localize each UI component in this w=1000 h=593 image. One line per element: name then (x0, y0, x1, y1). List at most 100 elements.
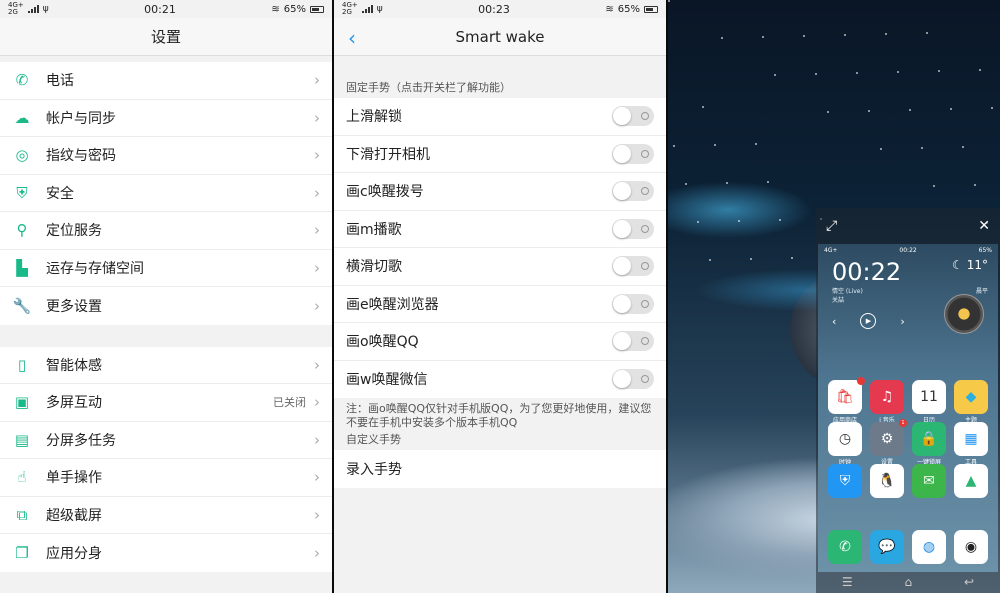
app-icon[interactable]: ♫ i 音乐 (870, 380, 904, 424)
app-icon[interactable]: 11 日历 (912, 380, 946, 424)
app-glyph: ▦ (964, 431, 978, 447)
settings-item[interactable]: ◎ 指纹与密码 › (0, 137, 332, 175)
settings-item-label: 指纹与密码 (46, 148, 116, 165)
gesture-item[interactable]: 下滑打开相机 (334, 136, 666, 173)
gesture-label: 画w唤醒微信 (346, 372, 428, 389)
gesture-toggle[interactable] (612, 218, 654, 239)
back-icon[interactable]: ↩ (964, 575, 974, 589)
dock-app-icon[interactable]: ◉ (954, 530, 988, 564)
gesture-label: 上滑解锁 (346, 109, 402, 126)
settings-item[interactable]: ✆ 电话 › (0, 62, 332, 100)
gesture-item[interactable]: 画w唤醒微信 (334, 361, 666, 399)
app-glyph: ◆ (965, 389, 977, 405)
app-glyph: ✆ (839, 539, 851, 555)
recent-app-card[interactable]: 4G+ 00:22 65% 00:22 ☾ 11° 情空 (Live) 关喆 晨平… (818, 244, 998, 572)
notification-badge: 1 (899, 419, 907, 427)
notification-badge: 7 (857, 377, 865, 385)
chevron-right-icon: › (314, 183, 320, 202)
dock-app-icon[interactable]: ✆ (828, 530, 862, 564)
battery-percent: 65% (283, 3, 306, 15)
page-title: 设置 (0, 18, 332, 56)
location-icon: ⚲ (16, 221, 28, 240)
app-glyph: ◍ (922, 539, 936, 555)
app-icon[interactable]: ✉ (912, 464, 946, 498)
settings-item[interactable]: ⚲ 定位服务 › (0, 212, 332, 250)
settings-item-label: 多屏互动 (46, 395, 102, 412)
app-icon[interactable]: ◷ 时钟 (828, 422, 862, 466)
gesture-label: 画o唤醒QQ (346, 334, 419, 351)
dock-app-icon[interactable]: ◍ (912, 530, 946, 564)
settings-item-label: 帐户与同步 (46, 110, 116, 127)
app-icon[interactable]: 🔒 一键锁屏 (912, 422, 946, 466)
phone-icon: ✆ (15, 71, 29, 90)
gesture-toggle[interactable] (612, 293, 654, 314)
app-icon[interactable]: ⚙ 1 设置 (870, 419, 907, 466)
app-icon[interactable]: 🛍 7 应用商店 (828, 377, 865, 424)
app-icon[interactable]: ◆ 主题 (954, 380, 988, 424)
expand-icon[interactable]: ⤢ (826, 218, 837, 234)
section-fixed-gestures: 固定手势（点击开关栏了解功能） (346, 81, 511, 94)
settings-item[interactable]: 🔧 更多设置 › (0, 287, 332, 325)
usb-icon: ψ (42, 3, 49, 14)
screenshot-icon: ⧉ (16, 505, 28, 524)
chevron-right-icon: › (314, 505, 320, 524)
gesture-toggle[interactable] (612, 331, 654, 352)
settings-item-label: 运存与存储空间 (46, 260, 144, 277)
gesture-item[interactable]: 画m播歌 (334, 211, 666, 248)
play-icon[interactable]: ▶ (860, 313, 877, 329)
gesture-item[interactable]: 画o唤醒QQ (334, 323, 666, 361)
chevron-right-icon: › (314, 221, 320, 240)
menu-icon[interactable]: ☰ (842, 575, 853, 589)
split-screen-icon: ▤ (14, 430, 30, 449)
app-glyph: ◷ (838, 431, 852, 447)
dock: ✆ 💬 ◍ ◉ (828, 530, 988, 564)
wifi-icon: ≋ (605, 3, 614, 15)
app-grid: 🛍 7 应用商店 ♫ i 音乐 11 日历 ◆ 主题 ◷ 时钟 ⚙ 1 设置 🔒 一键锁屏 ▦ 工具 ⛨ 🐧 ✉ ▲ (828, 377, 988, 498)
gesture-item[interactable]: 横滑切歌 (334, 248, 666, 286)
clock: 00:23 (478, 2, 510, 16)
gesture-toggle[interactable] (612, 181, 654, 202)
widget-clock: 00:22 (832, 258, 902, 286)
app-icon[interactable]: ▲ (954, 464, 988, 498)
gesture-toggle[interactable] (612, 256, 654, 277)
widget-temp: 11° (966, 258, 988, 272)
shield-icon: ⛨ (16, 183, 28, 202)
gesture-item[interactable]: 上滑解锁 (334, 98, 666, 136)
gesture-toggle[interactable] (612, 143, 654, 164)
cloud-icon: ☁ (14, 108, 30, 127)
settings-item[interactable]: ☁ 帐户与同步 › (0, 100, 332, 137)
signal-indicator: 4G+ 2G ψ (342, 1, 383, 16)
settings-item[interactable]: ⛨ 安全 › (0, 175, 332, 212)
settings-item[interactable]: ▯ 智能体感 › (0, 347, 332, 384)
gesture-label: 画e唤醒浏览器 (346, 296, 439, 313)
settings-item[interactable]: ▣ 多屏互动 已关闭 › (0, 384, 332, 422)
multiscreen-icon: ▣ (14, 393, 30, 412)
settings-item-status: 已关闭 (273, 396, 306, 410)
music-artist: 关喆 (832, 297, 845, 304)
close-icon[interactable]: ✕ (978, 218, 990, 234)
chevron-right-icon: › (314, 108, 320, 127)
back-chevron-icon[interactable]: ‹ (348, 26, 356, 50)
gesture-label: 画c唤醒拨号 (346, 184, 424, 201)
gesture-item[interactable]: 画c唤醒拨号 (334, 173, 666, 211)
gesture-toggle[interactable] (612, 369, 654, 390)
settings-item[interactable]: ▤ 分屏多任务 › (0, 422, 332, 459)
gesture-item[interactable]: 画e唤醒浏览器 (334, 286, 666, 323)
settings-item[interactable]: ☝ 单手操作 › (0, 459, 332, 497)
settings-item[interactable]: ⧉ 超级截屏 › (0, 497, 332, 534)
music-title: 情空 (Live) (832, 288, 863, 295)
app-icon[interactable]: ▦ 工具 (954, 422, 988, 466)
gesture-toggle[interactable] (612, 106, 654, 127)
dock-app-icon[interactable]: 💬 (870, 530, 904, 564)
next-icon[interactable]: › (900, 315, 904, 328)
app-icon[interactable]: 🐧 (870, 464, 904, 498)
gesture-label: 画m播歌 (346, 221, 402, 238)
settings-item[interactable]: ▙ 运存与存储空间 › (0, 250, 332, 287)
settings-item[interactable]: ❐ 应用分身 › (0, 534, 332, 572)
chevron-right-icon: › (314, 393, 320, 412)
record-gesture-item[interactable]: 录入手势 (334, 450, 666, 488)
home-icon[interactable]: ⌂ (905, 575, 913, 589)
app-icon[interactable]: ⛨ (828, 464, 862, 498)
prev-icon[interactable]: ‹ (832, 315, 836, 328)
card-network: 4G+ (824, 246, 838, 254)
